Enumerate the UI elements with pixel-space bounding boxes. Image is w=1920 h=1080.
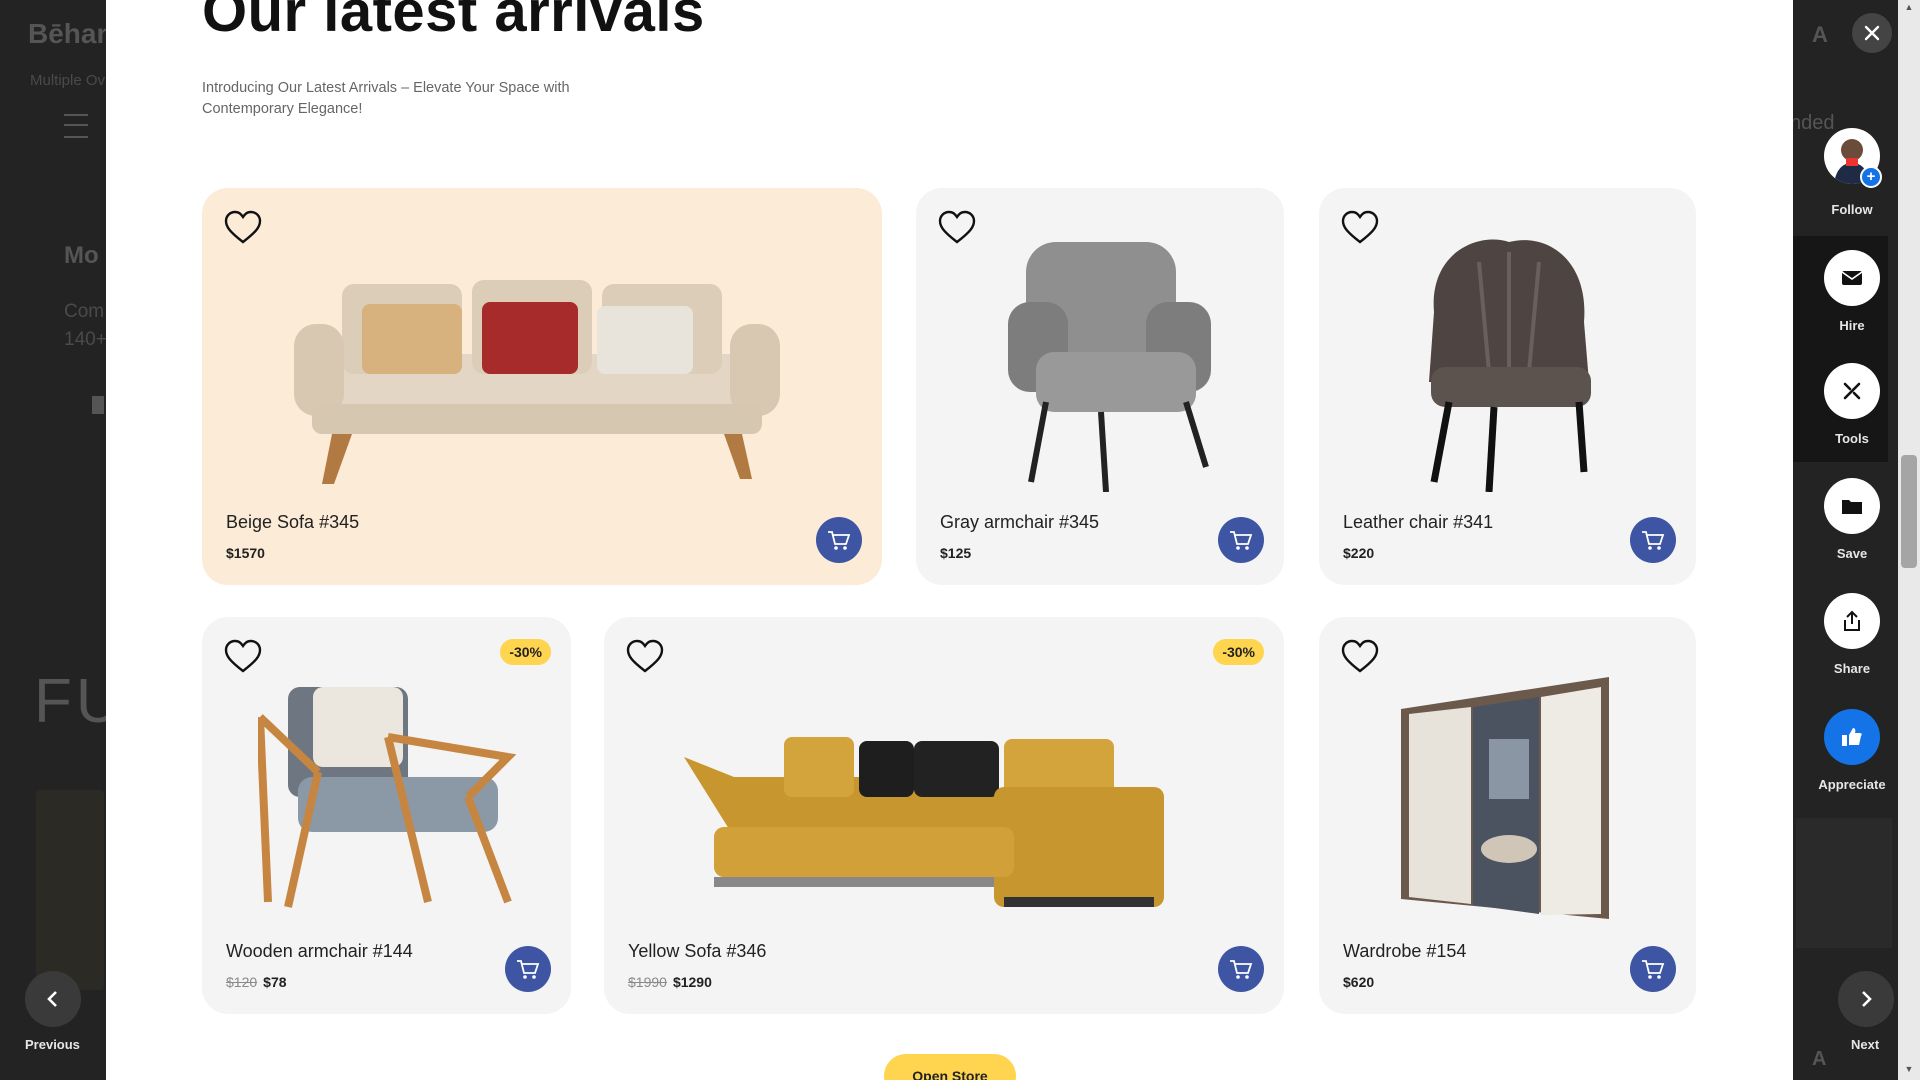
old-price: $120 — [226, 974, 258, 990]
product-image — [294, 280, 780, 484]
product-image — [1401, 677, 1609, 919]
cart-icon — [828, 531, 851, 550]
add-to-cart-button[interactable] — [1630, 946, 1676, 992]
thumbs-up-icon — [1842, 728, 1862, 746]
chevron-right-icon — [1862, 991, 1872, 1007]
page-title: Our latest arrivals — [202, 0, 705, 44]
cart-icon — [1642, 960, 1665, 979]
mail-icon — [1841, 271, 1863, 285]
background-chip — [92, 396, 104, 414]
next-label[interactable]: Next — [1851, 1037, 1879, 1052]
share-icon — [1844, 610, 1860, 631]
product-price: $220 — [1343, 545, 1375, 561]
scroll-down-arrow[interactable]: ▼ — [1902, 1064, 1916, 1078]
background-thumbnail-right-2 — [1796, 818, 1892, 948]
cart-icon — [517, 960, 540, 979]
product-card[interactable]: -30% Wooden armchair #144 $120 $78 — [202, 617, 571, 1014]
product-name: Yellow Sofa #346 — [628, 941, 767, 961]
project-content-panel: Our latest arrivals Introducing Our Late… — [106, 0, 1793, 1080]
save-button[interactable] — [1824, 478, 1880, 534]
open-store-button[interactable]: Open Store — [884, 1054, 1016, 1080]
background-title: Mo — [64, 242, 99, 269]
close-icon — [1864, 25, 1880, 41]
add-to-cart-button[interactable] — [1218, 517, 1264, 563]
product-card[interactable]: Leather chair #341 $220 — [1319, 188, 1696, 585]
product-card[interactable]: -30% Yellow Sofa #346 $1990 $1290 — [604, 617, 1284, 1014]
product-name: Leather chair #341 — [1343, 512, 1494, 532]
filter-icon — [64, 114, 88, 138]
add-to-cart-button[interactable] — [1218, 946, 1264, 992]
product-name: Beige Sofa #345 — [226, 512, 360, 532]
background-subtitle: Multiple Ov — [30, 72, 106, 89]
discount-badge: -30% — [500, 639, 551, 665]
old-price: $1990 — [628, 974, 667, 990]
previous-label[interactable]: Previous — [25, 1037, 80, 1052]
hire-button[interactable] — [1824, 250, 1880, 306]
cart-icon — [1230, 960, 1253, 979]
product-price: $1570 — [226, 545, 265, 561]
cart-icon — [1642, 531, 1665, 550]
next-button[interactable] — [1838, 971, 1894, 1027]
product-image — [684, 737, 1164, 907]
follow-label[interactable]: Follow — [1792, 202, 1912, 217]
chevron-left-icon — [47, 991, 57, 1007]
product-card[interactable]: Wardrobe #154 $620 — [1319, 617, 1696, 1014]
product-name: Wardrobe #154 — [1343, 941, 1467, 961]
folder-icon — [1842, 500, 1862, 514]
tools-label: Tools — [1835, 431, 1869, 446]
close-button[interactable] — [1852, 13, 1892, 53]
product-image — [258, 687, 517, 908]
share-button[interactable] — [1824, 593, 1880, 649]
add-to-cart-button[interactable] — [1630, 517, 1676, 563]
heart-icon[interactable] — [224, 210, 262, 246]
follow-plus-icon[interactable]: + — [1860, 166, 1882, 188]
heart-icon[interactable] — [938, 210, 976, 246]
heart-icon[interactable] — [1341, 639, 1379, 675]
background-right-text: nded — [1790, 112, 1835, 134]
tools-button[interactable] — [1824, 363, 1880, 419]
intro-text: Introducing Our Latest Arrivals – Elevat… — [202, 80, 570, 117]
heart-icon[interactable] — [224, 639, 262, 675]
save-label: Save — [1836, 546, 1868, 561]
product-card[interactable]: Beige Sofa #345 $1570 — [202, 188, 882, 585]
share-label: Share — [1833, 661, 1871, 676]
heart-icon[interactable] — [1341, 210, 1379, 246]
cart-icon — [1230, 531, 1253, 550]
background-text: Com 140+ — [64, 301, 107, 350]
add-to-cart-button[interactable] — [505, 946, 551, 992]
heart-icon[interactable] — [626, 639, 664, 675]
product-image — [1008, 242, 1211, 492]
adobe-logo-bottom: A — [1812, 1048, 1827, 1070]
previous-button[interactable] — [25, 971, 81, 1027]
tools-icon — [1843, 382, 1861, 400]
product-card[interactable]: Gray armchair #345 $125 — [916, 188, 1284, 585]
product-price: $1990 $1290 — [628, 974, 712, 990]
discount-badge: -30% — [1213, 639, 1264, 665]
background-thumbnail — [36, 790, 104, 990]
add-to-cart-button[interactable] — [816, 517, 862, 563]
product-name: Wooden armchair #144 — [226, 941, 413, 961]
product-name: Gray armchair #345 — [940, 512, 1100, 532]
appreciate-button[interactable] — [1824, 709, 1880, 765]
appreciate-label: Appreciate — [1818, 777, 1886, 792]
scrollbar-thumb[interactable] — [1901, 455, 1917, 568]
adobe-logo: A — [1812, 22, 1828, 47]
behance-logo: Bēhan — [28, 18, 114, 49]
product-price: $125 — [940, 545, 972, 561]
hire-label: Hire — [1839, 318, 1865, 333]
scroll-up-arrow[interactable]: ▲ — [1902, 2, 1916, 16]
product-image — [1429, 239, 1591, 492]
product-price: $120 $78 — [226, 974, 287, 990]
product-price: $620 — [1343, 974, 1375, 990]
